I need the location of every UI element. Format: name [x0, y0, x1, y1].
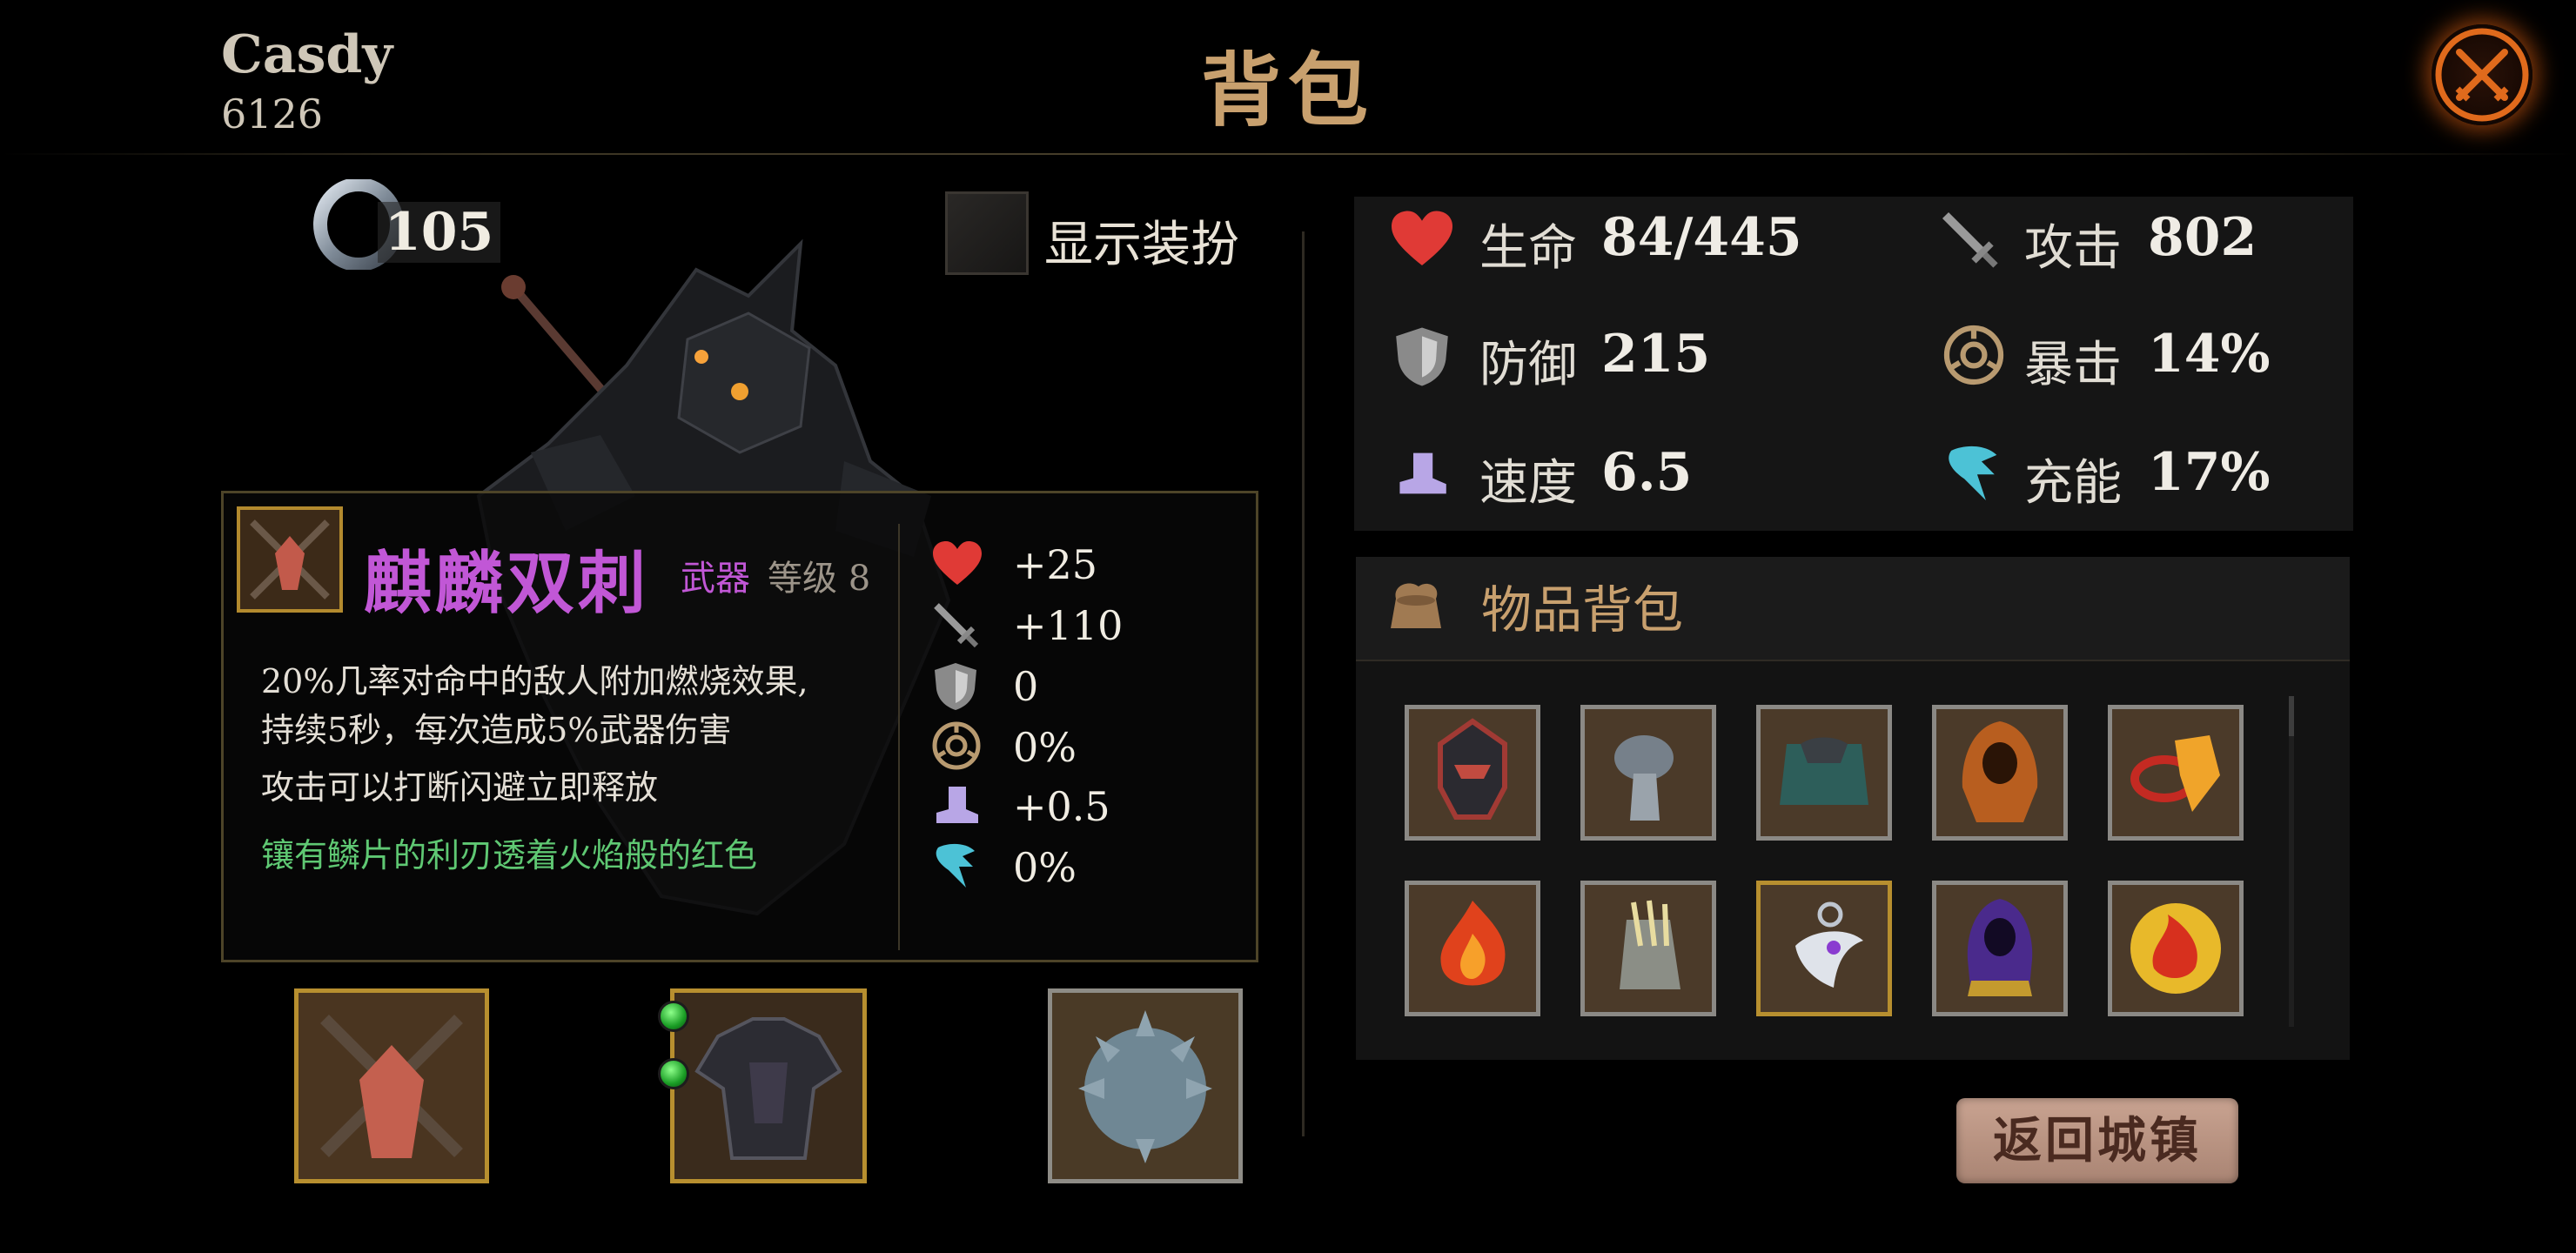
- item-stat-hp: +25: [1013, 541, 1098, 588]
- show-outfit-label[interactable]: 显示装扮: [1044, 205, 1239, 276]
- fire-orb-icon: [2130, 903, 2221, 994]
- dark-helmet-icon: [1438, 718, 1507, 820]
- speed-label: 速度: [1479, 455, 1577, 512]
- equip-slot-armor[interactable]: [670, 988, 867, 1183]
- inventory-scrollbar[interactable]: [2289, 696, 2294, 1027]
- heart-icon: [1392, 211, 1452, 265]
- defense-value: 215: [1601, 324, 1711, 385]
- inventory-item[interactable]: [1932, 881, 2068, 1016]
- flame-gem-icon: [1440, 901, 1506, 986]
- boot-icon: [1399, 452, 1446, 494]
- attack-label: 攻击: [2024, 220, 2122, 277]
- shield-icon: [1396, 327, 1448, 386]
- item-stat-crit: 0%: [1013, 724, 1077, 771]
- hood-icon: [1962, 721, 2038, 822]
- inventory-item[interactable]: [1756, 705, 1892, 841]
- spiked-helmet-icon: [1078, 1010, 1212, 1163]
- inventory-scroll-thumb[interactable]: [2289, 696, 2294, 736]
- item-stat-charge: 0%: [1013, 844, 1077, 891]
- attack-value: 802: [2148, 207, 2257, 268]
- item-type: 武器: [681, 559, 750, 599]
- speed-value: 6.5: [1601, 442, 1693, 503]
- inventory-item[interactable]: [1580, 705, 1716, 841]
- cape-icon: [1780, 737, 1868, 805]
- sword-icon: [934, 603, 979, 648]
- twin-daggers-icon: [250, 519, 330, 600]
- inventory-title: 物品背包: [1481, 580, 1684, 640]
- dark-armor-icon: [694, 1017, 842, 1160]
- equip-slot-helmet[interactable]: [1048, 988, 1243, 1183]
- item-stat-attack: +110: [1013, 602, 1124, 649]
- item-description: 持续5秒，每次造成5%武器伤害: [261, 711, 732, 749]
- page-title: 背包: [1200, 44, 1375, 137]
- inventory-item[interactable]: [2108, 705, 2244, 841]
- item-name: 麒麟双刺: [364, 544, 650, 623]
- column-divider: [1302, 231, 1305, 1136]
- purple-robe-icon: [1967, 899, 2033, 996]
- crit-icon: [1943, 325, 2004, 385]
- crossed-swords-icon: [2435, 28, 2529, 122]
- item-description: 20%几率对命中的敌人附加燃烧效果,: [261, 662, 808, 700]
- defense-label: 防御: [1479, 337, 1577, 393]
- return-to-town-button[interactable]: 返回城镇: [1956, 1098, 2238, 1183]
- inventory-item[interactable]: [1580, 881, 1716, 1016]
- close-button[interactable]: [2432, 24, 2532, 125]
- hp-value: 84/445: [1601, 207, 1802, 268]
- equip-slot-weapon[interactable]: [294, 988, 489, 1183]
- item-icon: [237, 506, 343, 613]
- item-level: 等级 8: [768, 559, 871, 599]
- hp-label: 生命: [1479, 220, 1577, 277]
- charge-icon: [936, 843, 975, 888]
- item-flavor-text: 镶有鳞片的利刃透着火焰般的红色: [261, 836, 758, 874]
- fire-ring-icon: [2130, 735, 2220, 812]
- item-description: 攻击可以打断闪避立即释放: [261, 768, 659, 807]
- crit-icon: [932, 721, 981, 770]
- gauntlet-icon: [1614, 735, 1674, 821]
- twin-daggers-icon: [320, 1015, 463, 1158]
- inventory-item[interactable]: [1756, 881, 1892, 1016]
- boot-icon: [936, 787, 978, 823]
- bag-icon: [1391, 583, 1441, 628]
- socket-gem: [658, 1001, 689, 1032]
- crit-value: 14%: [2148, 324, 2271, 385]
- charge-label: 充能: [2024, 455, 2122, 512]
- inventory-item[interactable]: [2108, 881, 2244, 1016]
- claw-gauntlet-icon: [1620, 900, 1680, 989]
- charge-value: 17%: [2148, 442, 2271, 503]
- inventory-item[interactable]: [1405, 705, 1540, 841]
- charge-icon: [1949, 446, 1997, 501]
- moon-pendant-icon: [1795, 901, 1863, 988]
- header-divider: [0, 153, 2576, 155]
- item-stat-speed: +0.5: [1013, 783, 1110, 830]
- shield-icon: [935, 663, 976, 710]
- sword-icon: [1942, 211, 1998, 268]
- item-stats-divider: [898, 524, 900, 950]
- inventory-item[interactable]: [1405, 881, 1540, 1016]
- heart-icon: [933, 541, 982, 585]
- crit-label: 暴击: [2024, 337, 2122, 393]
- inventory-item[interactable]: [1932, 705, 2068, 841]
- socket-gem: [658, 1058, 689, 1089]
- item-stat-defense: 0: [1013, 663, 1039, 710]
